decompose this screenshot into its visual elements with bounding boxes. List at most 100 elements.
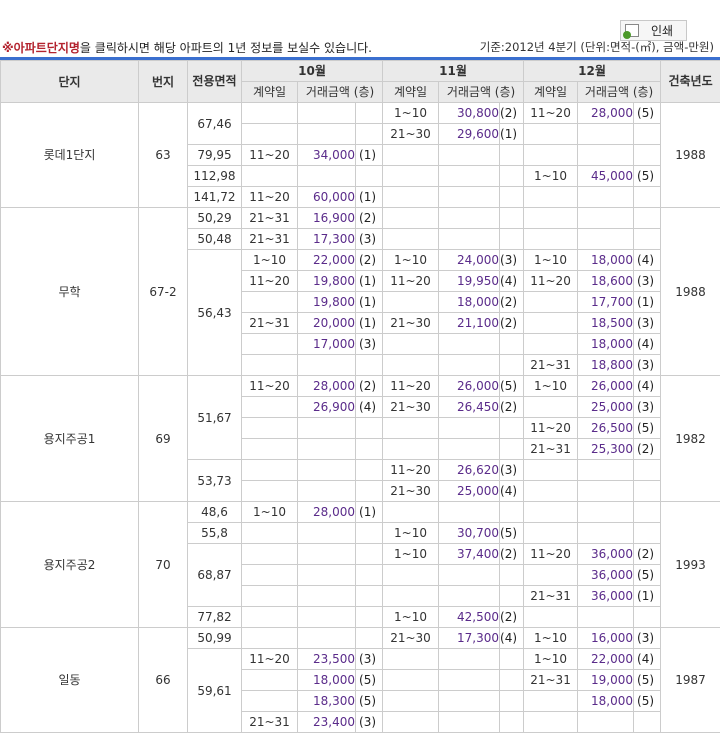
complex-name[interactable]: 일동 <box>0 627 139 733</box>
dec-amount: 18,500 <box>577 312 635 334</box>
nov-floor <box>499 648 525 670</box>
print-button[interactable]: 인쇄 <box>620 20 687 41</box>
nov-floor <box>499 144 525 166</box>
dec-date <box>523 711 579 733</box>
oct-amount: 28,000 <box>297 501 356 523</box>
notice-text: 을 클릭하시면 해당 아파트의 1년 정보를 보실수 있습니다. <box>79 41 372 55</box>
oct-amount <box>297 480 356 502</box>
nov-floor: (1) <box>499 123 525 145</box>
complex-name[interactable]: 롯데1단지 <box>0 102 139 208</box>
oct-floor: (1) <box>354 291 384 313</box>
oct-amount <box>297 102 356 124</box>
dec-amount: 17,700 <box>577 291 635 313</box>
complex-name[interactable]: 용지주공1 <box>0 375 139 502</box>
nov-floor: (2) <box>499 396 525 418</box>
dec-date <box>523 207 579 229</box>
col-complex: 단지 <box>0 60 139 103</box>
nov-date <box>382 564 440 586</box>
nov-floor <box>499 501 525 523</box>
oct-date <box>241 627 298 649</box>
nov-date: 11~20 <box>382 459 440 481</box>
nov-date <box>382 417 440 439</box>
complex-name[interactable]: 용지주공2 <box>0 501 139 628</box>
dec-floor: (3) <box>633 312 662 334</box>
dec-amount: 36,000 <box>577 564 635 586</box>
nov-floor <box>499 165 525 187</box>
col-area: 전용면적 <box>187 60 242 103</box>
dec-floor: (4) <box>633 333 662 355</box>
oct-floor <box>354 102 384 124</box>
dec-date <box>523 144 579 166</box>
table-row: 용지주공1 69 51,67 11~20 28,000 (2) 11~20 26,000 (5)… <box>0 375 720 502</box>
oct-amount <box>297 165 356 187</box>
oct-amount: 23,500 <box>297 648 356 670</box>
nov-amount <box>438 333 501 355</box>
nov-date: 21~30 <box>382 312 440 334</box>
oct-date <box>241 606 298 628</box>
oct-amount <box>297 354 356 376</box>
col-nov: 11월 <box>382 60 525 82</box>
oct-amount: 34,000 <box>297 144 356 166</box>
oct-floor <box>354 165 384 187</box>
oct-date <box>241 291 298 313</box>
dec-amount: 36,000 <box>577 585 635 607</box>
nov-amount: 42,500 <box>438 606 501 628</box>
nov-floor <box>499 417 525 439</box>
dec-amount: 45,000 <box>577 165 635 187</box>
oct-amount <box>297 417 356 439</box>
complex-name[interactable]: 무학 <box>0 207 139 376</box>
dec-amount <box>577 711 635 733</box>
oct-date <box>241 396 298 418</box>
dec-floor <box>633 480 662 502</box>
nov-amount <box>438 690 501 712</box>
nov-amount <box>438 564 501 586</box>
dec-date: 11~20 <box>523 417 579 439</box>
oct-date: 21~31 <box>241 711 298 733</box>
oct-date: 11~20 <box>241 375 298 397</box>
dec-amount <box>577 123 635 145</box>
nov-floor <box>499 354 525 376</box>
col-lot: 번지 <box>138 60 188 103</box>
dec-floor: (1) <box>633 291 662 313</box>
transaction-table: 단지 번지 전용면적 10월 11월 12월 건축년도 계약일 거래금액 (층)… <box>0 60 720 733</box>
oct-floor: (1) <box>354 144 384 166</box>
dec-amount: 26,500 <box>577 417 635 439</box>
exclusive-area: 53,73 <box>187 459 242 502</box>
nov-floor: (3) <box>499 459 525 481</box>
dec-amount <box>577 522 635 544</box>
nov-amount: 24,000 <box>438 249 501 271</box>
dec-amount <box>577 207 635 229</box>
nov-date <box>382 333 440 355</box>
oct-floor <box>354 417 384 439</box>
oct-date: 11~20 <box>241 144 298 166</box>
dec-floor <box>633 123 662 145</box>
exclusive-area: 141,72 <box>187 186 242 208</box>
dec-floor: (4) <box>633 375 662 397</box>
oct-date <box>241 438 298 460</box>
nov-amount <box>438 585 501 607</box>
dec-amount: 22,000 <box>577 648 635 670</box>
oct-floor: (3) <box>354 711 384 733</box>
nov-amount: 26,450 <box>438 396 501 418</box>
nov-floor: (5) <box>499 375 525 397</box>
dec-floor: (5) <box>633 417 662 439</box>
dec-amount: 28,000 <box>577 102 635 124</box>
nov-floor: (4) <box>499 627 525 649</box>
nov-amount <box>438 648 501 670</box>
nov-amount: 26,000 <box>438 375 501 397</box>
oct-floor <box>354 627 384 649</box>
dec-floor: (3) <box>633 270 662 292</box>
nov-amount <box>438 501 501 523</box>
dec-date <box>523 522 579 544</box>
oct-amount: 17,000 <box>297 333 356 355</box>
oct-date: 21~31 <box>241 312 298 334</box>
dec-floor: (1) <box>633 585 662 607</box>
nov-date <box>382 354 440 376</box>
dec-date: 21~31 <box>523 438 579 460</box>
table-row: 용지주공2 70 48,6 1~10 28,000 (1) 1993 <box>0 501 720 628</box>
nov-floor: (2) <box>499 312 525 334</box>
dec-amount: 36,000 <box>577 543 635 565</box>
oct-amount <box>297 522 356 544</box>
dec-date <box>523 396 579 418</box>
dec-date: 1~10 <box>523 375 579 397</box>
